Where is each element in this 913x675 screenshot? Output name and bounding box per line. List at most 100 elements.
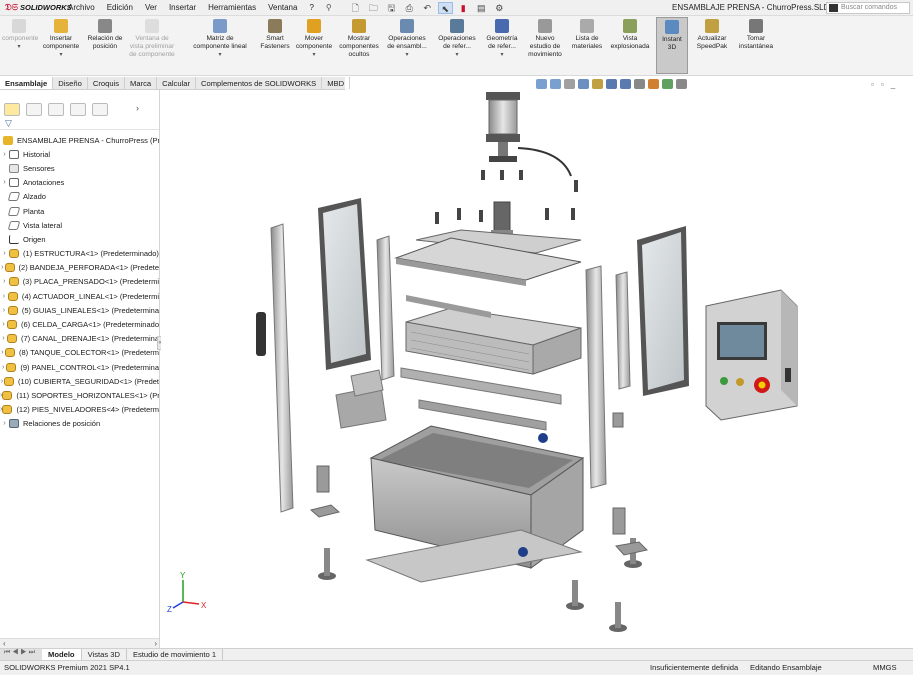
minimize-window-icon[interactable]: _ — [891, 80, 895, 89]
tree-item-alzado[interactable]: Alzado — [0, 190, 159, 204]
tree-item-historial[interactable]: › Historial — [0, 147, 159, 161]
tile-window-icon[interactable]: ▫ — [871, 80, 874, 89]
tree-item-vista-lateral[interactable]: Vista lateral — [0, 218, 159, 232]
tree-item-component[interactable]: ›(11) SOPORTES_HORIZONTALES<1> (Predete — [0, 388, 159, 402]
component-preview-button[interactable]: Ventana de vista preliminar de component… — [128, 19, 176, 59]
tree-item-component[interactable]: › (9) PANEL_CONTROL<1> (Predetermina — [0, 360, 159, 374]
take-snapshot-button[interactable]: Tomar instantánea — [736, 19, 776, 51]
file-properties-icon[interactable]: ▤ — [474, 2, 489, 14]
tree-item-component[interactable]: › (12) PIES_NIVELADORES<4> (Predeterm — [0, 403, 159, 417]
smart-fasteners-button[interactable]: Smart Fasteners — [258, 19, 292, 51]
edit-appearance-icon[interactable] — [648, 79, 659, 89]
menu-archivo[interactable]: Archivo — [62, 3, 101, 12]
perforated-tray[interactable] — [405, 307, 582, 375]
linear-pattern-button[interactable]: Matriz de componente lineal ▾ — [190, 19, 250, 59]
previous-view-icon[interactable] — [564, 79, 575, 89]
menu-ayuda[interactable]: ? — [303, 3, 319, 12]
tab-ensamblaje[interactable]: Ensamblaje — [0, 77, 54, 89]
tree-item-component[interactable]: › (4) ACTUADOR_LINEAL<1> (Predetermi — [0, 289, 159, 303]
pressing-plate[interactable] — [394, 229, 582, 286]
search-commands-input[interactable]: Buscar comandos — [826, 2, 910, 14]
view-orientation-icon[interactable] — [606, 79, 617, 89]
open-document-icon[interactable]: 🗀 — [366, 2, 381, 14]
scroll-right-icon[interactable]: › — [154, 639, 157, 648]
tree-item-component[interactable]: › (8) TANQUE_COLECTOR<1> (Predeterm — [0, 346, 159, 360]
tree-item-component[interactable]: › (6) CELDA_CARGA<1> (Predeterminado — [0, 317, 159, 331]
tab-calcular[interactable]: Calcular — [157, 77, 196, 89]
new-document-icon[interactable]: 🗋 — [348, 2, 363, 14]
tree-item-component[interactable]: › (5) GUIAS_LINEALES<1> (Predetermina — [0, 303, 159, 317]
tree-item-component[interactable]: › (10) CUBIERTA_SEGURIDAD<1> (Predet — [0, 374, 159, 388]
assembly-features-button[interactable]: Operaciones de ensambl... ▾ — [384, 19, 430, 59]
save-icon[interactable]: 🖫 — [384, 2, 399, 14]
tab-croquis[interactable]: Croquis — [88, 77, 126, 89]
mate-button[interactable]: Relación de posición — [84, 19, 126, 51]
display-manager-tab-icon[interactable] — [92, 102, 108, 116]
tab-mbd[interactable]: MBD — [322, 77, 351, 89]
zoom-area-icon[interactable] — [550, 79, 561, 89]
restore-window-icon[interactable]: ▫ — [881, 80, 884, 89]
graphics-area[interactable]: Y X Z — [161, 90, 913, 648]
tab-diseno[interactable]: Diseño — [53, 77, 88, 89]
menu-insertar[interactable]: Insertar — [163, 3, 202, 12]
configuration-manager-tab-icon[interactable] — [48, 102, 64, 116]
horizontal-scrollbar[interactable]: ‹ › — [0, 638, 159, 648]
green-button-icon[interactable] — [720, 377, 728, 385]
menu-herramientas[interactable]: Herramientas — [202, 3, 262, 12]
tree-item-component[interactable]: › (2) BANDEJA_PERFORADA<1> (Predete — [0, 261, 159, 275]
menu-ventana[interactable]: Ventana — [262, 3, 303, 12]
zoom-to-fit-icon[interactable] — [536, 79, 547, 89]
linear-actuator[interactable] — [486, 92, 572, 177]
chevron-right-icon[interactable]: › — [136, 103, 152, 116]
undo-icon[interactable]: ↶ — [420, 2, 435, 14]
new-motion-study-button[interactable]: Nuevo estudio de movimiento — [524, 19, 566, 59]
tab-marca[interactable]: Marca — [125, 77, 158, 89]
exploded-view-button[interactable]: Vista explosionada — [608, 19, 652, 51]
update-speedpak-button[interactable]: Actualizar SpeedPak — [692, 19, 732, 51]
tab-vistas-3d[interactable]: Vistas 3D — [82, 648, 127, 661]
hide-show-items-icon[interactable] — [634, 79, 645, 89]
show-hidden-components-button[interactable]: Mostrar componentes ocultos — [338, 19, 380, 59]
tree-item-sensores[interactable]: Sensores — [0, 161, 159, 175]
property-manager-tab-icon[interactable] — [26, 102, 42, 116]
solidworks-logo[interactable]: 𝔇𝔖 SOLIDWORKS — [0, 2, 72, 13]
bill-of-materials-button[interactable]: Lista de materiales — [568, 19, 606, 51]
tab-navigation-arrows[interactable]: ⏮ ◀ ▶ ⏭ — [0, 648, 42, 661]
dynamic-annotation-icon[interactable] — [592, 79, 603, 89]
instant-3d-button[interactable]: Instant 3D — [656, 17, 688, 74]
tree-item-component[interactable]: › (1) ESTRUCTURA<1> (Predeterminado) — [0, 247, 159, 261]
menu-ver[interactable]: Ver — [139, 3, 163, 12]
yellow-button-icon[interactable] — [736, 378, 744, 386]
feature-tree-tab-icon[interactable] — [4, 102, 20, 116]
apply-scene-icon[interactable] — [662, 79, 673, 89]
move-component-button[interactable]: Mover componente ▾ — [294, 19, 334, 59]
reference-operations-button[interactable]: Operaciones de refer... ▾ — [434, 19, 480, 59]
view-settings-icon[interactable] — [676, 79, 687, 89]
left-safety-door[interactable] — [318, 198, 371, 370]
component-button[interactable]: componente ▾ — [2, 19, 38, 51]
tree-item-planta[interactable]: Planta — [0, 204, 159, 218]
dimxpert-tab-icon[interactable] — [70, 102, 86, 116]
right-safety-door[interactable] — [637, 226, 689, 396]
tree-item-relaciones[interactable]: › Relaciones de posición — [0, 417, 159, 431]
options-gear-icon[interactable]: ⚙ — [492, 2, 507, 14]
reference-geometry-button[interactable]: Geometría de refer... ▾ — [482, 19, 522, 59]
tree-item-origen[interactable]: Origen — [0, 232, 159, 246]
tree-root[interactable]: ENSAMBLAJE PRENSA - ChurroPress (Predet — [0, 133, 159, 147]
print-icon[interactable]: ⎙ — [402, 2, 417, 14]
rebuild-icon[interactable]: ▮ — [456, 2, 471, 14]
display-style-icon[interactable] — [620, 79, 631, 89]
filter-icon[interactable]: ▽ — [0, 118, 159, 130]
tree-item-component[interactable]: › (3) PLACA_PRENSADO<1> (Predetermi — [0, 275, 159, 289]
control-panel[interactable] — [705, 289, 798, 421]
section-view-icon[interactable] — [578, 79, 589, 89]
insert-component-button[interactable]: Insertar componente ▾ — [40, 19, 82, 59]
scroll-left-icon[interactable]: ‹ — [3, 639, 6, 648]
tree-item-component[interactable]: › (7) CANAL_DRENAJE<1> (Predetermina — [0, 332, 159, 346]
pin-icon[interactable]: ⚲ — [320, 3, 338, 12]
menu-edicion[interactable]: Edición — [101, 3, 139, 12]
collector-tank[interactable] — [365, 425, 585, 583]
tab-estudio-movimiento[interactable]: Estudio de movimiento 1 — [127, 648, 224, 661]
unit-system-selector[interactable]: MMGS — [873, 661, 897, 675]
select-icon[interactable]: ⬉ — [437, 1, 453, 14]
